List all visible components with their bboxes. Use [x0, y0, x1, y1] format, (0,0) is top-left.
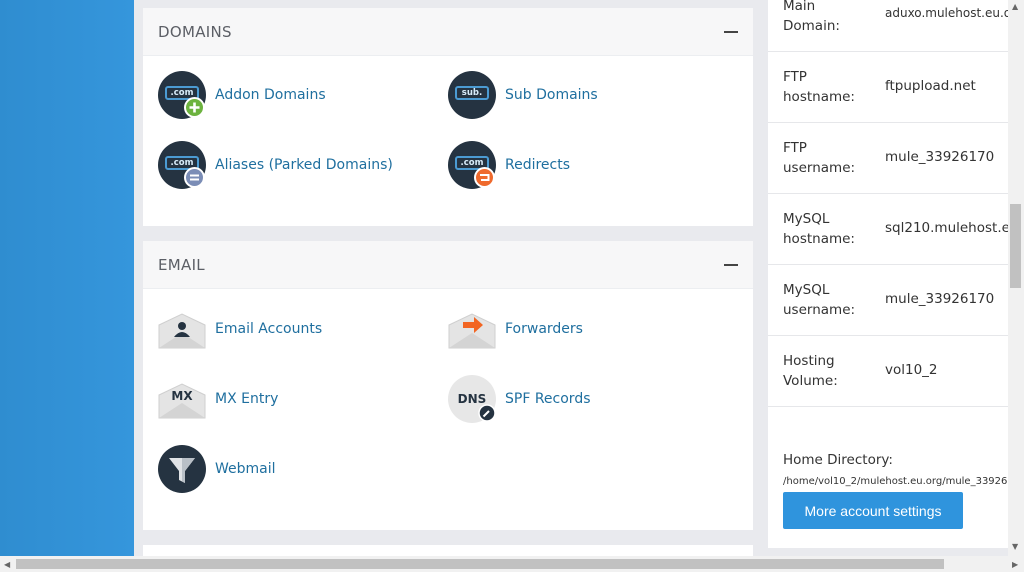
svg-text:DNS: DNS — [458, 392, 487, 406]
ftp-hostname-value: ftpupload.net — [885, 78, 976, 94]
vertical-scroll-thumb[interactable] — [1010, 204, 1021, 288]
addon-domains-icon: .com — [158, 71, 206, 119]
horizontal-scrollbar[interactable]: ◀ ▶ — [0, 556, 1024, 572]
main-domain-key-2: Domain: — [783, 18, 840, 34]
hosting-volume-key-2: Volume: — [783, 373, 838, 389]
mysql-username-key-1: MySQL — [783, 282, 830, 298]
envelope-user-icon — [158, 305, 206, 353]
more-account-settings-button[interactable]: More account settings — [783, 492, 963, 529]
aliases-label: Aliases (Parked Domains) — [215, 157, 393, 173]
redirects-icon: .com — [448, 141, 496, 189]
scroll-down-icon[interactable]: ▼ — [1012, 542, 1018, 551]
redirects-label: Redirects — [505, 157, 571, 173]
domains-title: DOMAINS — [158, 22, 232, 41]
hosting-volume-key-1: Hosting — [783, 353, 835, 369]
mx-entry-label: MX Entry — [215, 391, 279, 407]
email-accounts-link[interactable]: Email Accounts — [158, 305, 322, 353]
main-domain-key-1: Main — [783, 0, 816, 14]
ftp-username-row: FTP username: mule_33926170 — [768, 123, 1008, 194]
home-directory-path: /home/vol10_2/mulehost.eu.org/mule_33926… — [783, 476, 1008, 487]
domains-panel: DOMAINS .com Addon Domains sub. Sub Doma… — [143, 8, 753, 226]
aliases-icon: .com — [158, 141, 206, 189]
addon-domains-link[interactable]: .com Addon Domains — [158, 71, 326, 119]
envelope-arrow-icon — [448, 305, 496, 353]
email-panel: EMAIL Email Accounts Forwarders MX MX En… — [143, 241, 753, 530]
email-accounts-label: Email Accounts — [215, 321, 323, 337]
mysql-hostname-value: sql210.mulehost.eu.org — [885, 220, 1008, 236]
hosting-volume-value: vol10_2 — [885, 362, 938, 378]
left-sidebar — [0, 0, 134, 556]
home-directory-label: Home Directory: — [783, 452, 893, 468]
mysql-hostname-key-1: MySQL — [783, 211, 830, 227]
ftp-username-key-1: FTP — [783, 140, 807, 156]
scroll-left-icon[interactable]: ◀ — [4, 560, 10, 569]
ftp-username-value: mule_33926170 — [885, 149, 995, 165]
mx-entry-link[interactable]: MX MX Entry — [158, 375, 278, 423]
account-info-panel: Main Domain: aduxo.mulehost.eu.org FTP h… — [768, 0, 1008, 548]
main-domain-row: Main Domain: aduxo.mulehost.eu.org — [768, 0, 1008, 52]
sub-domains-icon: sub. — [448, 71, 496, 119]
forwarders-label: Forwarders — [505, 321, 583, 337]
webmail-label: Webmail — [215, 461, 276, 477]
forwarders-link[interactable]: Forwarders — [448, 305, 583, 353]
scroll-right-icon[interactable]: ▶ — [1012, 560, 1018, 569]
horizontal-scroll-thumb[interactable] — [16, 559, 944, 569]
sub-domains-label: Sub Domains — [505, 87, 598, 103]
mysql-username-row: MySQL username: mule_33926170 — [768, 265, 1008, 336]
aliases-link[interactable]: .com Aliases (Parked Domains) — [158, 141, 393, 189]
funnel-icon — [158, 445, 206, 493]
mysql-hostname-row: MySQL hostname: sql210.mulehost.eu.org — [768, 194, 1008, 265]
mysql-username-value: mule_33926170 — [885, 291, 995, 307]
addon-domains-label: Addon Domains — [215, 87, 326, 103]
next-panel-edge — [143, 545, 753, 556]
sub-domains-link[interactable]: sub. Sub Domains — [448, 71, 598, 119]
redirects-link[interactable]: .com Redirects — [448, 141, 570, 189]
mysql-hostname-key-2: hostname: — [783, 231, 855, 247]
domains-header[interactable]: DOMAINS — [143, 8, 753, 56]
envelope-mx-icon: MX — [158, 375, 206, 423]
spf-records-link[interactable]: DNS SPF Records — [448, 375, 591, 423]
vertical-scrollbar[interactable]: ▲ ▼ — [1008, 0, 1024, 556]
webmail-link[interactable]: Webmail — [158, 445, 276, 493]
ftp-hostname-key-2: hostname: — [783, 89, 855, 105]
spf-records-label: SPF Records — [505, 391, 591, 407]
main-domain-value: aduxo.mulehost.eu.org — [885, 6, 1008, 20]
collapse-icon[interactable] — [724, 257, 738, 273]
ftp-hostname-row: FTP hostname: ftpupload.net — [768, 52, 1008, 123]
scroll-up-icon[interactable]: ▲ — [1012, 2, 1018, 11]
ftp-username-key-2: username: — [783, 160, 856, 176]
hosting-volume-row: Hosting Volume: vol10_2 — [768, 336, 1008, 407]
collapse-icon[interactable] — [724, 24, 738, 40]
email-header[interactable]: EMAIL — [143, 241, 753, 289]
dns-edit-icon: DNS — [448, 375, 496, 423]
svg-text:MX: MX — [171, 389, 193, 403]
mysql-username-key-2: username: — [783, 302, 856, 318]
email-title: EMAIL — [158, 255, 205, 274]
ftp-hostname-key-1: FTP — [783, 69, 807, 85]
